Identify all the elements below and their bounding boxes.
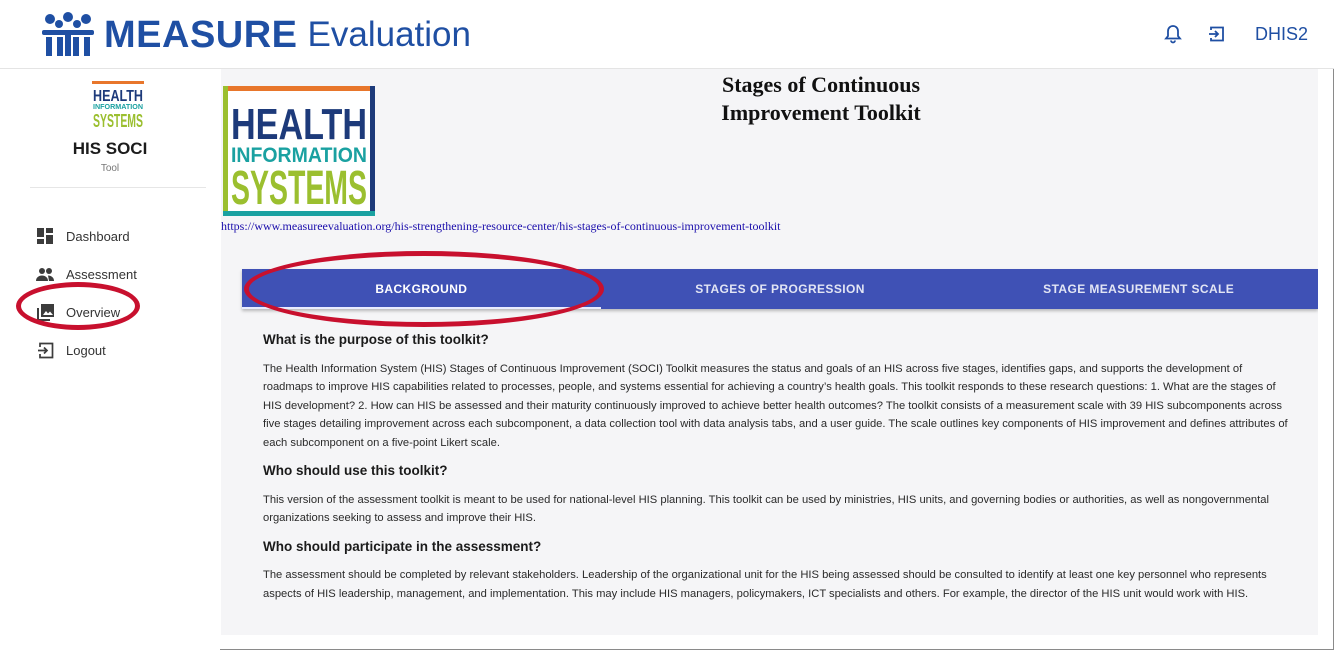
his-logo-icon: HEALTH INFORMATION SYSTEMS bbox=[92, 81, 144, 131]
people-icon bbox=[36, 265, 54, 283]
annotation-oval-overview bbox=[16, 282, 140, 330]
annotation-oval-background-tab bbox=[244, 251, 604, 327]
his-logo-line-3: SYSTEMS bbox=[93, 111, 143, 131]
bell-icon[interactable] bbox=[1161, 22, 1185, 46]
sidebar: HEALTH INFORMATION SYSTEMS HIS SOCI Tool… bbox=[0, 69, 220, 650]
section-body: The Health Information System (HIS) Stag… bbox=[263, 362, 1288, 449]
sidebar-item-label: Logout bbox=[66, 342, 106, 358]
measure-evaluation-logo[interactable]: MEASURE Evaluation bbox=[40, 8, 471, 62]
top-app-bar: MEASURE Evaluation DHIS2 bbox=[0, 0, 1334, 69]
section-heading: Who should use this toolkit? bbox=[263, 463, 448, 478]
dhis2-label[interactable]: DHIS2 bbox=[1255, 24, 1308, 45]
toolkit-link[interactable]: https://www.measureevaluation.org/his-st… bbox=[221, 219, 781, 234]
app-subtitle: Tool bbox=[100, 163, 120, 174]
sidebar-item-logout[interactable]: Logout bbox=[0, 331, 220, 369]
people-logo-icon bbox=[42, 12, 94, 56]
sidebar-item-label: Assessment bbox=[66, 266, 137, 282]
main-content: HEALTH INFORMATION SYSTEMS Stages of Con… bbox=[221, 69, 1318, 635]
sidebar-item-label: Dashboard bbox=[66, 228, 130, 244]
logout-icon bbox=[36, 341, 54, 359]
his-large-logo-icon: HEALTH INFORMATION SYSTEMS bbox=[223, 86, 375, 216]
page-title-line-1: Stages of Continuous bbox=[721, 72, 921, 97]
brand-name-light: Evaluation bbox=[307, 15, 471, 54]
dashboard-icon bbox=[36, 227, 54, 245]
app-title: HIS SOCI bbox=[72, 139, 148, 158]
brand-name-bold: MEASURE bbox=[104, 13, 298, 56]
his-logo-line-2: INFORMATION bbox=[93, 102, 143, 111]
tab-stages-of-progression[interactable]: STAGES OF PROGRESSION bbox=[601, 269, 960, 309]
sidebar-item-dashboard[interactable]: Dashboard bbox=[0, 217, 220, 255]
login-icon[interactable] bbox=[1205, 22, 1229, 46]
sidebar-divider bbox=[30, 187, 206, 188]
background-content: What is the purpose of this toolkit? The… bbox=[263, 327, 1293, 613]
top-actions: DHIS2 bbox=[1141, 22, 1308, 46]
tab-stage-measurement-scale[interactable]: STAGE MEASUREMENT SCALE bbox=[959, 269, 1318, 309]
page-title: Stages of Continuous Improvement Toolkit bbox=[661, 71, 981, 127]
page-title-line-2: Improvement Toolkit bbox=[721, 100, 921, 125]
section-heading: What is the purpose of this toolkit? bbox=[263, 332, 489, 347]
his-large-logo-line-3: SYSTEMS bbox=[231, 162, 367, 215]
section-body: The assessment should be completed by re… bbox=[263, 569, 1267, 600]
section-body: This version of the assessment toolkit i… bbox=[263, 493, 1269, 525]
section-heading: Who should participate in the assessment… bbox=[263, 538, 542, 554]
his-large-logo-line-1: HEALTH bbox=[231, 100, 367, 149]
